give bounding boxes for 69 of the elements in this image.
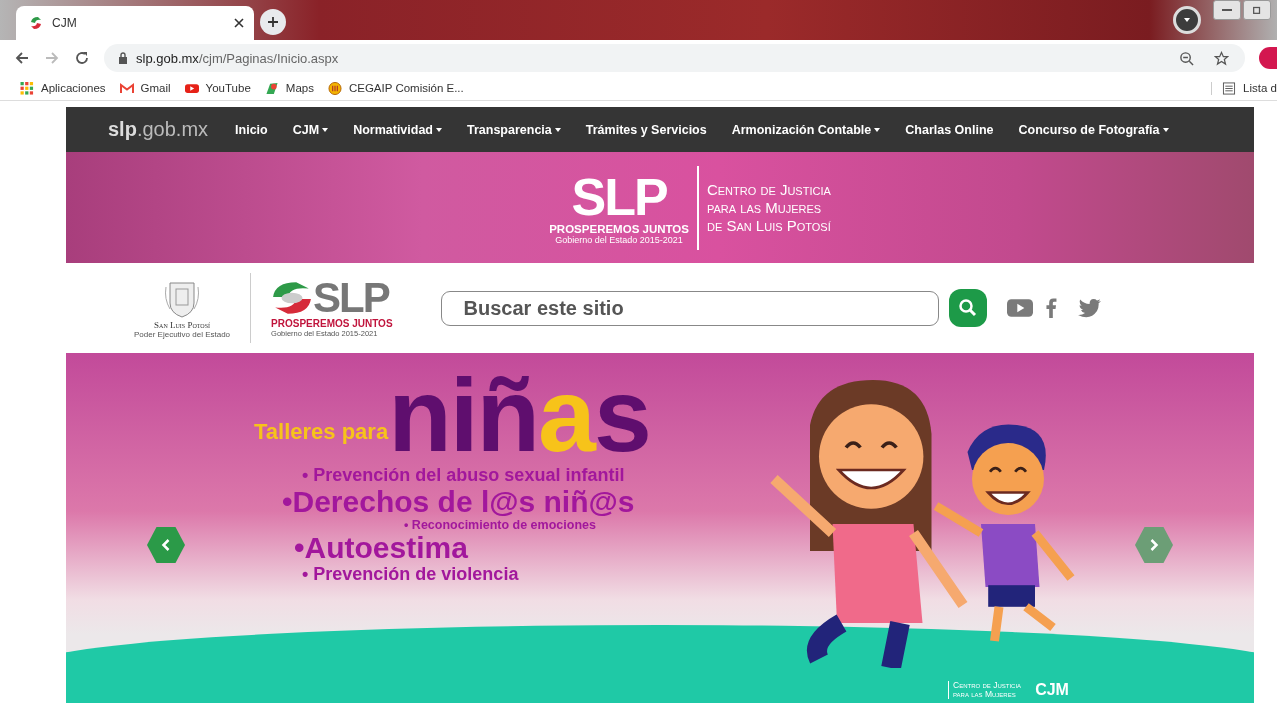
reading-list-button[interactable]: Lista d <box>1211 81 1277 95</box>
center-name-text: Centro de Justicia para las Mujeres de San Luis Potosí <box>706 180 831 235</box>
caret-icon <box>1162 127 1169 132</box>
slp-logo: SLP <box>571 170 667 223</box>
play-icon <box>184 81 199 95</box>
slide-bullet-text: • Reconocimiento de emociones <box>404 518 597 532</box>
slide-subtitle: Talleres para <box>254 419 389 445</box>
url-text: slp.gob.mx/cjm/Paginas/Inicio.aspx <box>136 50 339 66</box>
caret-icon <box>436 127 442 132</box>
search-button[interactable] <box>948 289 987 327</box>
browser-tab[interactable]: CJM <box>16 6 254 40</box>
search-icon <box>957 298 978 318</box>
slide-title: niñas <box>388 365 650 465</box>
nav-menu-item[interactable]: CJM <box>292 122 329 137</box>
close-tab-icon[interactable] <box>234 18 244 28</box>
bookmark-item[interactable]: YouTube <box>184 81 251 95</box>
state-name-text: San Luis Potosí <box>154 319 210 330</box>
nav-menu-item[interactable]: Transparencia <box>467 122 561 137</box>
apps-grid-icon <box>20 81 34 95</box>
chevron-right-icon <box>1149 538 1159 552</box>
profile-avatar[interactable] <box>1259 47 1277 69</box>
nav-menu-item[interactable]: Inicio <box>235 122 268 137</box>
back-icon[interactable] <box>14 50 30 66</box>
search-field[interactable]: Buscar este sitio <box>440 290 939 326</box>
chevron-left-icon <box>161 538 171 552</box>
address-bar[interactable]: slp.gob.mx/cjm/Paginas/Inicio.aspx <box>104 44 1245 72</box>
nav-menu-item[interactable]: Trámites y Servicios <box>585 122 707 137</box>
map-pin-icon <box>264 81 279 95</box>
caret-icon <box>874 127 881 132</box>
slogan-text: PROSPEREMOS JUNTOS <box>549 222 689 235</box>
slp-logo-icon <box>28 15 44 31</box>
site-brand-link[interactable]: slp.gob.mx <box>108 118 209 141</box>
caret-icon <box>554 127 561 132</box>
nav-menu-item[interactable]: Charlas Online <box>905 122 994 137</box>
footer-caption-text: Centro de Justicia para las Mujeres <box>948 681 1022 699</box>
lock-icon <box>118 52 128 64</box>
bookmark-star-icon[interactable] <box>1214 50 1229 66</box>
nav-menu-item[interactable]: Armonización Contable <box>731 122 881 137</box>
new-tab-button[interactable] <box>260 9 286 35</box>
seal-icon <box>327 81 342 95</box>
tab-title: CJM <box>52 16 78 30</box>
zoom-out-icon[interactable] <box>1179 50 1194 66</box>
state-subtitle-text: Poder Ejecutivo del Estado <box>134 329 231 339</box>
plus-icon <box>267 16 279 28</box>
nav-menu-item[interactable]: Normatividad <box>353 122 442 137</box>
nav-menu-item[interactable]: Concurso de Fotografía <box>1018 122 1169 137</box>
slide-bullet-text: •Autoestima <box>294 532 469 564</box>
bookmark-item[interactable]: Gmail <box>119 81 171 95</box>
tab-search-button[interactable] <box>1173 6 1201 34</box>
bookmark-item[interactable]: Aplicaciones <box>20 81 106 95</box>
slp-logo: SLP <box>313 278 389 318</box>
minimize-icon[interactable] <box>1213 0 1241 20</box>
caret-icon <box>322 127 329 132</box>
youtube-icon[interactable] <box>1006 298 1033 318</box>
twitter-icon[interactable] <box>1076 298 1103 318</box>
government-text: Gobierno del Estado 2015-2021 <box>555 234 683 245</box>
slide-bullet-text: • Prevención del abuso sexual infantil <box>302 465 626 486</box>
swirl-logo-icon <box>271 280 314 316</box>
slide-bullet-text: •Derechos de l@s niñ@s <box>282 486 636 518</box>
bookmark-item[interactable]: CEGAIP Comisión E... <box>327 81 464 95</box>
cjm-logo: CJM <box>1035 681 1069 699</box>
restore-icon[interactable] <box>1243 0 1271 20</box>
reload-icon[interactable] <box>74 50 90 66</box>
mail-icon <box>119 81 134 95</box>
slogan-text: PROSPEREMOS JUNTOS <box>271 318 393 329</box>
list-icon <box>1222 81 1237 95</box>
slide-bullet-text: • Prevención de violencia <box>302 564 520 585</box>
bookmark-item[interactable]: Maps <box>264 81 314 95</box>
facebook-icon[interactable] <box>1044 298 1057 318</box>
